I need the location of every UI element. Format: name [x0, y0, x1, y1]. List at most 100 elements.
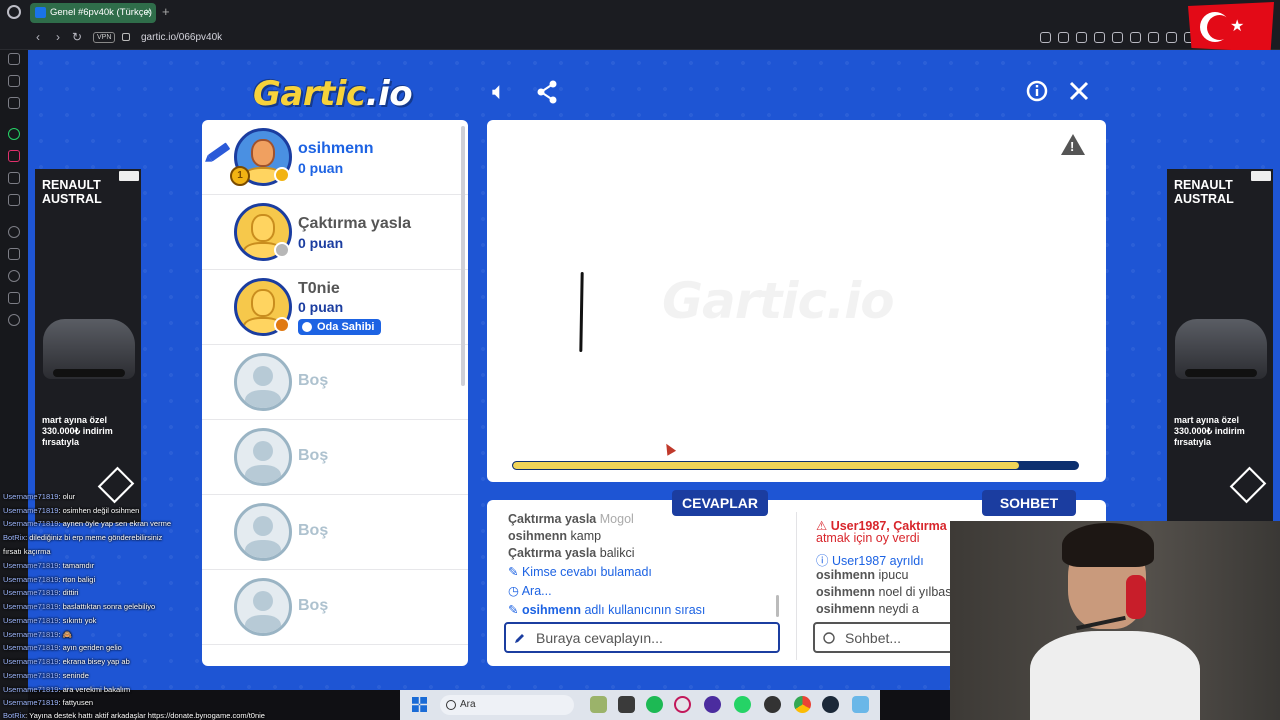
player-row[interactable]: T0nie 0 puan Oda Sahibi	[202, 270, 468, 345]
player-row: Boş	[202, 570, 468, 645]
tab-chat[interactable]: SOHBET	[982, 490, 1076, 516]
drawing-canvas[interactable]: Gartic.io	[487, 120, 1106, 482]
download-icon[interactable]	[1148, 32, 1159, 43]
tab-close-icon[interactable]: ×	[145, 3, 151, 23]
ad-close-icon[interactable]	[119, 171, 139, 181]
stream-chat-user: Username71819	[3, 492, 59, 501]
obs-icon[interactable]	[704, 696, 721, 713]
chat-line: osihmenn noel di yılbas	[816, 585, 952, 599]
sidebar-gx-icon[interactable]	[8, 97, 20, 109]
renault-logo-icon	[97, 466, 135, 504]
widgets-icon[interactable]	[590, 696, 607, 713]
panel-divider	[796, 512, 797, 660]
opera-logo-icon[interactable]	[7, 5, 21, 19]
emoji-icon[interactable]	[1040, 32, 1051, 43]
chrome-icon[interactable]	[794, 696, 811, 713]
url-field[interactable]: gartic.io/066pv40k	[141, 32, 222, 43]
vpn-badge[interactable]: VPN	[93, 32, 116, 43]
extension-icons	[1040, 32, 1195, 43]
taskbar-search[interactable]: Ara	[440, 695, 574, 715]
stream-chat-line: BotRix: dilediğiniz bi erp meme göndereb…	[3, 533, 162, 542]
tab-title: Genel #6pv40k (Türkçe)	[50, 7, 152, 18]
close-icon[interactable]	[1068, 80, 1090, 107]
status-dot	[274, 242, 290, 258]
sidebar-wallet-icon[interactable]	[8, 53, 20, 65]
stream-chat-user: Username71819	[3, 630, 59, 639]
stream-chat-line: Username71819: 🙈	[3, 630, 72, 639]
sidebar-history-icon[interactable]	[8, 270, 20, 282]
right-ad-banner[interactable]: RENAULT AUSTRAL mart ayına özel 330.000₺…	[1167, 169, 1273, 523]
spotify-icon[interactable]	[646, 696, 663, 713]
windows-start-icon[interactable]	[412, 697, 427, 712]
stream-chat-message: : ayın geriden gelio	[58, 643, 122, 652]
info-icon[interactable]	[1026, 80, 1048, 107]
settings-icon[interactable]	[852, 696, 869, 713]
sidebar-instagram-icon[interactable]	[8, 150, 20, 162]
player-row[interactable]: 1 osihmenn 0 puan	[202, 120, 468, 195]
sidebar-whatsapp-icon[interactable]	[8, 128, 20, 140]
pin-icon[interactable]	[1058, 32, 1069, 43]
sidebar-player-icon[interactable]	[8, 226, 20, 238]
stream-chat-line: BotRix: Yayına destek hattı aktif arkada…	[3, 711, 265, 720]
browser-tab-gartic[interactable]: Genel #6pv40k (Türkçe) ×	[30, 3, 156, 23]
screenshot-icon[interactable]	[1076, 32, 1087, 43]
obs-studio-icon[interactable]	[764, 696, 781, 713]
stream-chat-line: Username71819: sıkıntı yok	[3, 616, 96, 625]
sidebar-settings-icon[interactable]	[8, 314, 20, 326]
room-owner-badge: Oda Sahibi	[298, 319, 382, 335]
player-score: 0 puan	[298, 299, 344, 315]
steam-icon[interactable]	[822, 696, 839, 713]
report-warning-icon[interactable]	[1061, 134, 1085, 155]
stream-chat-user: BotRix	[3, 711, 26, 720]
sidebar-send-icon[interactable]	[8, 248, 20, 260]
stream-chat-user: Username71819	[3, 519, 59, 528]
tab-answers[interactable]: CEVAPLAR	[672, 490, 768, 516]
share-icon[interactable]	[536, 80, 558, 109]
logo-text: Gartic	[253, 74, 366, 114]
answer-line: osihmenn kamp	[508, 529, 602, 543]
stream-chat-user: Username71819	[3, 616, 59, 625]
player-name: T0nie	[298, 280, 340, 297]
stream-chat-line: Username71819: tamamdır	[3, 561, 94, 570]
gartic-logo[interactable]: Gartic.io	[253, 74, 413, 114]
player-row[interactable]: Çaktırma yasla 0 puan	[202, 195, 468, 270]
answer-line: Çaktırma yasla balikci	[508, 546, 635, 560]
shield-icon[interactable]	[1094, 32, 1105, 43]
answers-scrollbar[interactable]	[776, 595, 779, 617]
sidebar-x-icon[interactable]	[8, 172, 20, 184]
answer-input-box[interactable]	[504, 622, 780, 653]
stream-chat-message: fırsatı kaçırma	[3, 547, 51, 556]
star-icon: ★	[1230, 18, 1245, 35]
opera-icon[interactable]	[674, 696, 691, 713]
stream-chat-line: Username71819: ayın geriden gelio	[3, 643, 122, 652]
reload-icon[interactable]: ↻	[72, 30, 82, 44]
stream-chat-message: : Yayına destek hattı aktif arkadaşlar h…	[25, 711, 265, 720]
ad-close-icon[interactable]	[1251, 171, 1271, 181]
stream-chat-message: : dittiri	[58, 588, 79, 597]
car-image	[43, 319, 135, 379]
stream-chat-user: Username71819	[3, 575, 59, 584]
whatsapp-icon[interactable]	[734, 696, 751, 713]
player-name: osihmenn	[298, 140, 374, 157]
answer-input[interactable]	[536, 629, 766, 647]
stream-chat-message: : ara verekmi bakalım	[58, 685, 131, 694]
extension-icon[interactable]	[1166, 32, 1177, 43]
drawn-stroke	[579, 271, 584, 353]
player-list-scrollbar[interactable]	[461, 126, 465, 386]
stream-chat-line: Username71819: rton baligi	[3, 575, 95, 584]
sound-icon[interactable]: 🔈︎	[492, 80, 506, 104]
forward-icon[interactable]: ›	[56, 30, 60, 44]
lock-icon[interactable]	[122, 33, 130, 41]
sidebar-discord-icon[interactable]	[8, 194, 20, 206]
sidebar-cube-icon[interactable]	[8, 292, 20, 304]
play-icon[interactable]	[1130, 32, 1141, 43]
stream-chat-message: : baslattıktan sonra gelebiliyo	[58, 602, 156, 611]
taskview-icon[interactable]	[618, 696, 635, 713]
stream-chat-line: Username71819: ara verekmi bakalım	[3, 685, 130, 694]
new-tab-button[interactable]: +	[162, 4, 170, 19]
left-ad-banner[interactable]: RENAULT AUSTRAL mart ayına özel 330.000₺…	[35, 169, 141, 523]
sidebar-news-icon[interactable]	[8, 75, 20, 87]
back-icon[interactable]: ‹	[36, 30, 40, 44]
bookmark-icon[interactable]	[1112, 32, 1123, 43]
player-row: Boş	[202, 420, 468, 495]
